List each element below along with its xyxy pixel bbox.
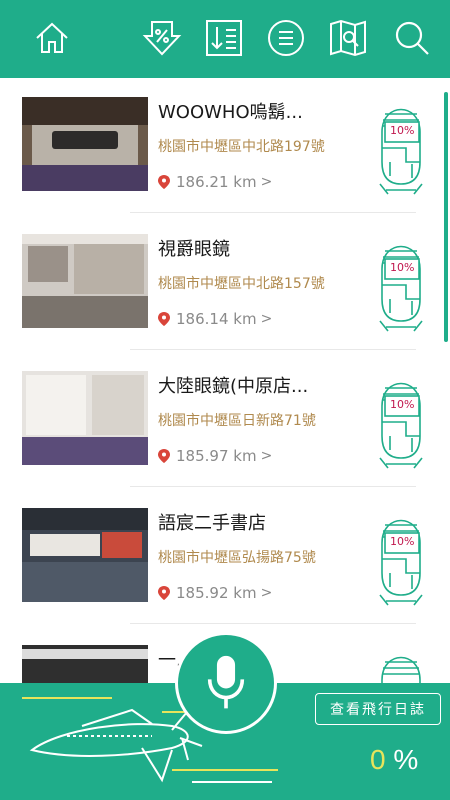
store-photo <box>22 508 148 602</box>
store-name[interactable]: 視爵眼鏡 <box>158 235 368 261</box>
store-address: 桃園市中壢區弘揚路75號 <box>158 550 316 566</box>
discount-badge: 10% <box>389 535 416 548</box>
store-distance[interactable]: 186.21 km > <box>158 172 272 192</box>
list-item[interactable]: 大陸眼鏡(中原店... 桃園市中壢區日新路71號 185.97 km > 10% <box>0 352 450 489</box>
progress-readout: 0 % <box>370 744 418 776</box>
discount-sort-icon[interactable] <box>142 18 182 58</box>
location-pin-icon <box>158 449 170 463</box>
discount-robot-icon: 10% <box>376 503 426 607</box>
store-list[interactable]: WOOWHO嗚鬍... 桃園市中壢區中北路197號 186.21 km > 10… <box>0 78 450 683</box>
discount-robot-icon: 10% <box>376 366 426 470</box>
search-icon[interactable] <box>392 18 432 58</box>
store-name[interactable]: WOOWHO嗚鬍... <box>158 98 368 124</box>
list-item[interactable]: 語宸二手書店 桃園市中壢區弘揚路75號 185.92 km > 10% <box>0 489 450 626</box>
discount-robot-icon: 10% <box>376 92 426 196</box>
chevron-right-icon: > <box>260 448 273 464</box>
progress-value: 0 <box>370 744 386 775</box>
store-photo <box>22 97 148 191</box>
store-address: 桃園市中壢區中北路197號 <box>158 139 325 155</box>
discount-robot-icon: 10% <box>376 229 426 333</box>
divider <box>130 623 416 624</box>
store-distance[interactable]: 185.97 km > <box>158 446 272 466</box>
voice-input-button[interactable] <box>175 632 277 734</box>
location-pin-icon <box>158 175 170 189</box>
store-distance[interactable]: 185.92 km > <box>158 583 272 603</box>
distance-value: 185.97 km <box>176 447 257 465</box>
location-pin-icon <box>158 312 170 326</box>
chevron-right-icon: > <box>260 585 273 601</box>
location-pin-icon <box>158 586 170 600</box>
top-toolbar <box>0 0 450 78</box>
discount-badge: 10% <box>389 398 416 411</box>
progress-unit: % <box>393 744 419 775</box>
map-search-icon[interactable] <box>328 18 368 58</box>
microphone-icon <box>207 655 245 709</box>
divider <box>130 486 416 487</box>
distance-value: 186.21 km <box>176 173 257 191</box>
distance-sort-icon[interactable] <box>204 18 244 58</box>
store-distance[interactable]: 186.14 km > <box>158 309 272 329</box>
discount-robot-icon <box>376 640 426 683</box>
discount-badge: 10% <box>389 261 416 274</box>
view-flight-log-button[interactable]: 查看飛行日誌 <box>315 693 441 725</box>
discount-badge: 10% <box>389 124 416 137</box>
divider <box>130 349 416 350</box>
menu-icon[interactable] <box>266 18 306 58</box>
home-icon[interactable] <box>32 18 72 58</box>
store-name[interactable]: 大陸眼鏡(中原店... <box>158 372 368 398</box>
distance-value: 185.92 km <box>176 584 257 602</box>
chevron-right-icon: > <box>260 174 273 190</box>
divider <box>130 212 416 213</box>
distance-value: 186.14 km <box>176 310 257 328</box>
list-item[interactable]: 視爵眼鏡 桃園市中壢區中北路157號 186.14 km > 10% <box>0 215 450 352</box>
store-photo <box>22 234 148 328</box>
chevron-right-icon: > <box>260 311 273 327</box>
store-photo <box>22 645 148 683</box>
store-name[interactable]: 語宸二手書店 <box>158 509 368 535</box>
store-photo <box>22 371 148 465</box>
scrollbar[interactable] <box>444 92 448 342</box>
list-item[interactable]: WOOWHO嗚鬍... 桃園市中壢區中北路197號 186.21 km > 10… <box>0 78 450 215</box>
store-address: 桃園市中壢區日新路71號 <box>158 413 316 429</box>
store-address: 桃園市中壢區中北路157號 <box>158 276 325 292</box>
